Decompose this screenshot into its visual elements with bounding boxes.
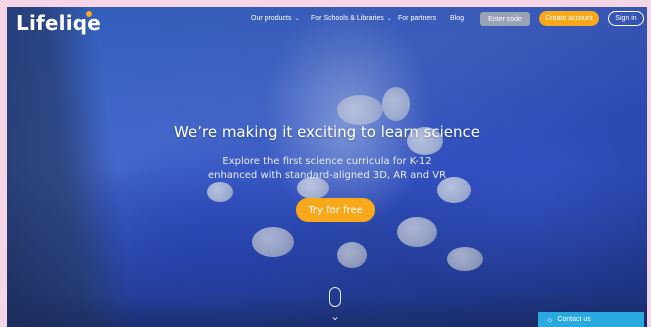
hero-overlay: [7, 7, 647, 327]
hero-subtitle-line2: enhanced with standard-aligned 3D, AR an…: [207, 170, 447, 181]
try-for-free-button[interactable]: Try for free: [296, 198, 375, 222]
mouse-scroll-icon[interactable]: [329, 287, 341, 307]
nav-item-label: Our products: [251, 15, 292, 22]
sign-in-button[interactable]: Sign in: [608, 11, 644, 26]
contact-us-label: Contact us: [557, 316, 591, 323]
create-account-button[interactable]: Create account: [539, 11, 599, 26]
nav-item-schools-libraries[interactable]: For Schools & Libraries ⌄: [311, 15, 392, 22]
logo-spark-icon: [86, 11, 92, 17]
nav-item-label: For Schools & Libraries: [311, 15, 384, 22]
chevron-down-icon[interactable]: ⌄: [329, 311, 341, 323]
chevron-down-icon: ⌄: [386, 16, 392, 22]
nav-item-our-products[interactable]: Our products ⌄: [251, 15, 300, 22]
top-nav: Lifeliqe Our products ⌄ For Schools & Lib…: [7, 7, 647, 35]
nav-item-for-partners[interactable]: For partners: [398, 15, 436, 22]
nav-item-label: For partners: [398, 15, 437, 22]
nav-item-blog[interactable]: Blog: [450, 15, 464, 22]
contact-us-button[interactable]: ☼ Contact us: [538, 312, 644, 327]
enter-code-button[interactable]: Enter code: [480, 12, 530, 26]
nav-item-label: Blog: [450, 15, 465, 22]
hero-subtitle-line1: Explore the first science curricula for …: [222, 156, 432, 167]
hero-headline: We’re making it exciting to learn scienc…: [174, 123, 480, 141]
chat-icon: ☼: [546, 315, 554, 324]
hero-section: Lifeliqe Our products ⌄ For Schools & Lib…: [7, 7, 647, 327]
chevron-down-icon: ⌄: [294, 16, 300, 22]
